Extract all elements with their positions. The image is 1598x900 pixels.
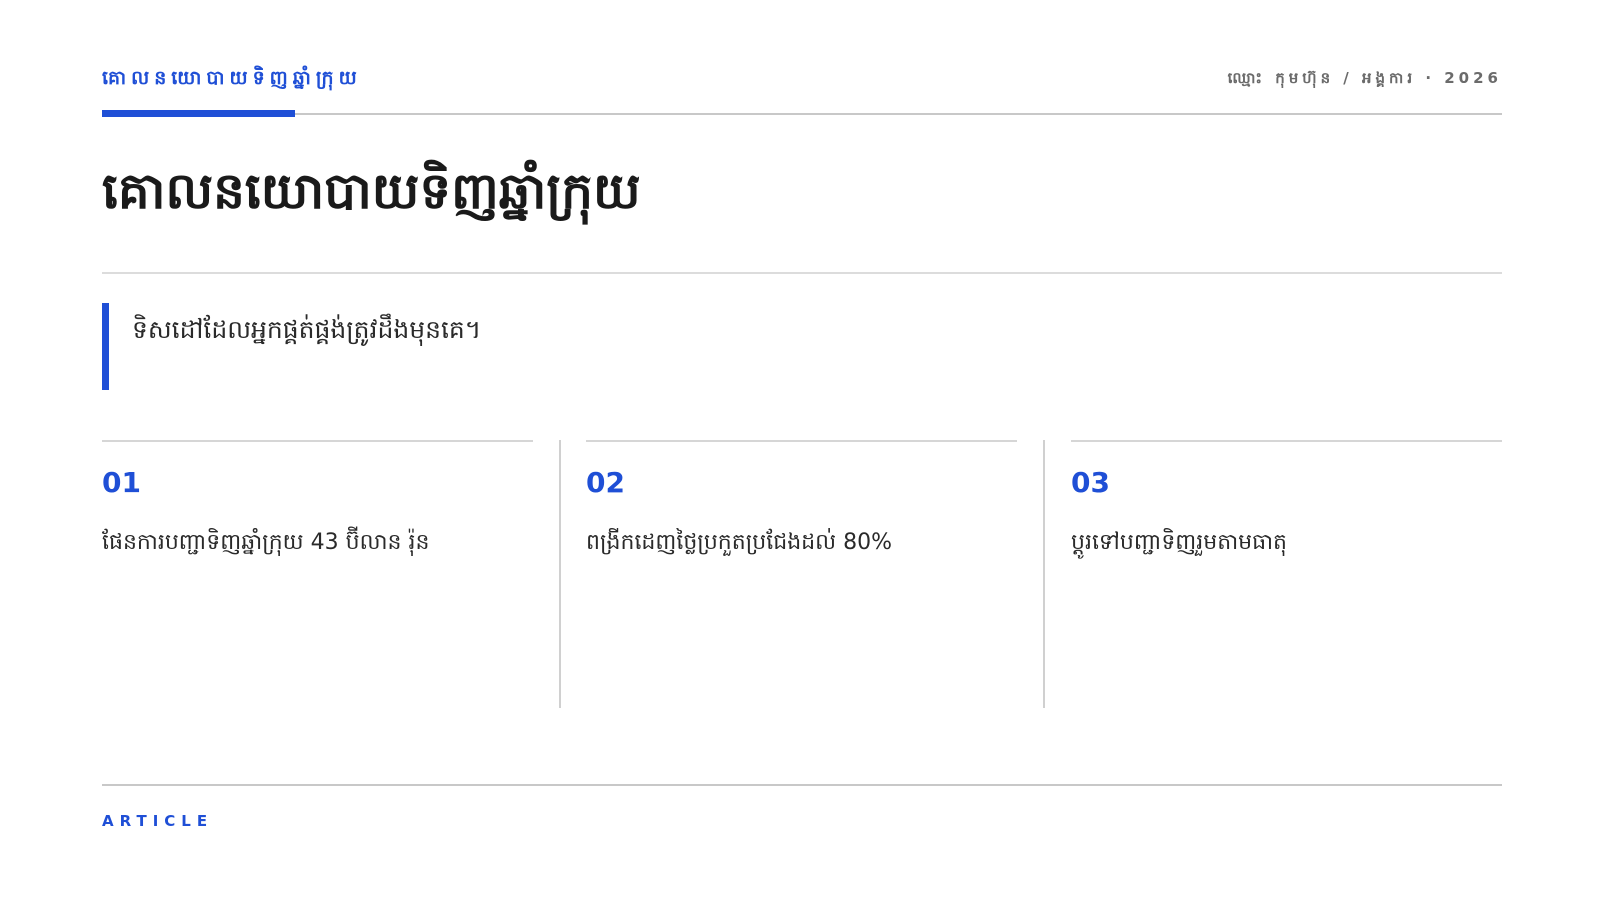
column-divider bbox=[559, 440, 561, 708]
column-top-rule bbox=[586, 440, 1017, 442]
point-text: ផែនការបញ្ជាទិញឆ្នាំក្រុយ 43 ប៊ីលាន រ៉ុន bbox=[102, 530, 430, 555]
lede-accent-bar bbox=[102, 303, 109, 390]
header-divider bbox=[102, 113, 1502, 115]
column-top-rule bbox=[102, 440, 533, 442]
column-divider bbox=[1043, 440, 1045, 708]
point-column-2: 02 ពង្រីកដេញថ្លៃប្រកួតប្រជែងដល់ 80% bbox=[586, 440, 1017, 708]
point-text: ពង្រីកដេញថ្លៃប្រកួតប្រជែងដល់ 80% bbox=[586, 530, 892, 555]
point-number: 03 bbox=[1071, 466, 1110, 499]
footer-label: ARTICLE bbox=[102, 812, 214, 830]
footer-divider bbox=[102, 784, 1502, 786]
point-column-1: 01 ផែនការបញ្ជាទិញឆ្នាំក្រុយ 43 ប៊ីលាន រ៉… bbox=[102, 440, 533, 708]
header-accent-bar bbox=[102, 110, 295, 117]
lede-text: ទិសដៅដែលអ្នកផ្គត់ផ្គង់ត្រូវដឹងមុនគេ។ bbox=[132, 315, 482, 344]
point-number: 01 bbox=[102, 466, 141, 499]
column-top-rule bbox=[1071, 440, 1502, 442]
kicker-title: គោលនយោបាយទិញឆ្នាំក្រុយ bbox=[102, 67, 362, 89]
point-number: 02 bbox=[586, 466, 625, 499]
organization-year-meta: ឈ្មោះ កុមហ៊ុន / អង្គការ · 2026 bbox=[1227, 69, 1502, 87]
point-column-3: 03 ប្តូរទៅបញ្ជាទិញរួមតាមធាតុ bbox=[1071, 440, 1502, 708]
lede-quote: ទិសដៅដែលអ្នកផ្គត់ផ្គង់ត្រូវដឹងមុនគេ។ bbox=[102, 303, 1002, 390]
page-title: គោលនយោបាយទិញឆ្នាំក្រុយ bbox=[102, 162, 641, 220]
page-header: គោលនយោបាយទិញឆ្នាំក្រុយ ឈ្មោះ កុមហ៊ុន / អ… bbox=[102, 66, 1502, 117]
point-text: ប្តូរទៅបញ្ជាទិញរួមតាមធាតុ bbox=[1071, 530, 1288, 555]
title-divider bbox=[102, 272, 1502, 274]
